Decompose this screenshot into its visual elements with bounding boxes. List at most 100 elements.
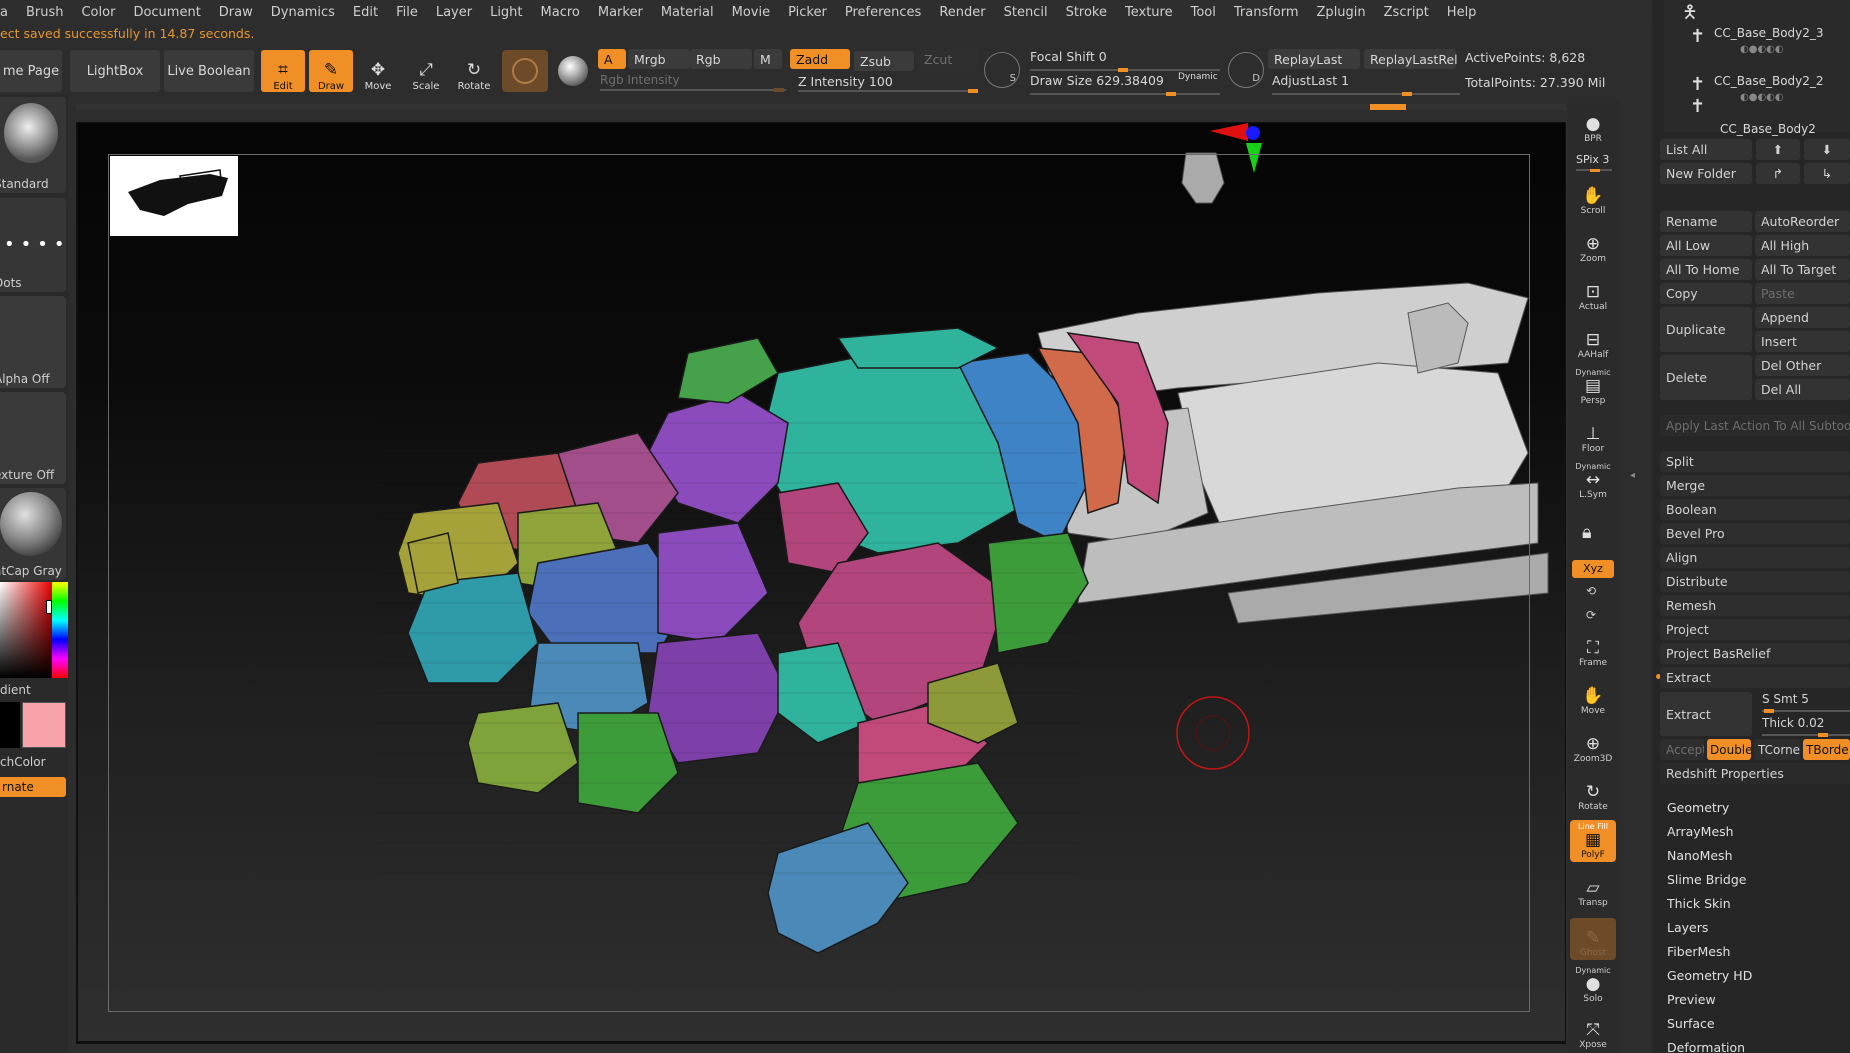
draw-button[interactable]: ✎ Draw [309,50,353,92]
dynamic-size-toggle[interactable]: Dynamic [1178,72,1218,82]
geometry-hd-section[interactable]: Geometry HD [1667,968,1752,983]
a-button[interactable]: A [598,49,626,69]
subtool-toggles[interactable]: ◐●◐◐◐ [1740,44,1784,55]
lsym-button[interactable]: Dynamic ↔ L.Sym [1570,460,1616,502]
thick-slider[interactable]: Thick 0.02 [1758,716,1850,737]
menu-material[interactable]: Material [652,5,723,20]
deformation-section[interactable]: Deformation [1667,1040,1745,1053]
stroke-selector[interactable]: ••••• Dots [0,198,66,292]
mrgb-button[interactable]: Mrgb [628,49,690,69]
menu-preferences[interactable]: Preferences [836,5,930,20]
accept-button[interactable]: Accept [1660,739,1704,760]
scale-button[interactable]: ⤢ Scale [404,50,448,92]
paste-button[interactable]: Paste [1755,283,1850,304]
extract-section-header[interactable]: Extract [1660,667,1850,688]
menu-macro[interactable]: Macro [532,5,589,20]
live-boolean-button[interactable]: Live Boolean [164,50,254,92]
rotate-y-icon[interactable]: ⟲ [1586,584,1596,598]
del-all-button[interactable]: Del All [1755,379,1850,400]
spix-slider[interactable]: SPix 3 [1576,153,1609,166]
zcut-button[interactable]: Zcut [918,49,978,69]
insert-button[interactable]: Insert [1755,331,1850,352]
transp-button[interactable]: ▱ Transp [1570,868,1616,910]
secondary-color-swatch[interactable] [22,702,66,748]
replay-last-rel-button[interactable]: ReplayLastRel [1364,49,1458,69]
lock-icon[interactable]: 🔒︎ [1582,522,1592,543]
merge-section[interactable]: Merge [1660,475,1850,496]
menu-brush[interactable]: Brush [17,5,73,20]
menu-zscript[interactable]: Zscript [1375,5,1438,20]
menu-zplugin[interactable]: Zplugin [1308,5,1375,20]
color-picker[interactable] [0,582,68,678]
double-toggle[interactable]: Double [1707,739,1751,760]
focal-shift-slider[interactable]: Focal Shift 0 [1030,49,1220,72]
duplicate-button[interactable]: Duplicate [1660,307,1752,352]
menu-stroke[interactable]: Stroke [1057,5,1116,20]
xyz-button[interactable]: Xyz [1572,560,1614,578]
aahalf-button[interactable]: ⊟ AAHalf [1570,320,1616,362]
preview-section[interactable]: Preview [1667,992,1716,1007]
new-folder-button[interactable]: New Folder [1660,163,1752,184]
fibermesh-section[interactable]: FiberMesh [1667,944,1730,959]
lightbox-button[interactable]: LightBox [70,50,160,92]
menu-help[interactable]: Help [1438,5,1486,20]
rotate-view-button[interactable]: ↻ Rotate [1570,772,1616,814]
list-all-button[interactable]: List All [1660,139,1752,160]
move-from-folder-button[interactable]: ↳ [1804,163,1850,184]
menu-document[interactable]: Document [124,5,209,20]
geometry-section[interactable]: Geometry [1667,800,1729,815]
replay-icon[interactable]: D [1228,52,1264,88]
brush-selector[interactable]: Standard [0,97,66,193]
move-to-folder-button[interactable]: ↱ [1756,163,1800,184]
menu-file[interactable]: File [387,5,427,20]
scroll-button[interactable]: ✋ Scroll [1570,176,1616,218]
tborder-toggle[interactable]: TBorde [1803,739,1850,760]
persp-button[interactable]: Dynamic ▤ Persp [1570,366,1616,408]
brush-thumbnail[interactable] [502,50,548,92]
menu-dynamics[interactable]: Dynamics [262,5,344,20]
subtool-item[interactable]: CC_Base_Body2_2 [1714,74,1824,88]
xpose-button[interactable]: ⤧ Xpose [1570,1010,1616,1052]
m-button[interactable]: M [754,49,782,69]
move-button[interactable]: ✥ Move [356,50,400,92]
remesh-section[interactable]: Remesh [1660,595,1850,616]
zsub-button[interactable]: Zsub [854,51,914,71]
arraymesh-section[interactable]: ArrayMesh [1667,824,1734,839]
alpha-selector[interactable]: Alpha Off [0,296,66,388]
menu-edit[interactable]: Edit [344,5,387,20]
texture-selector[interactable]: exture Off [0,392,66,484]
bpr-button[interactable]: ● BPR [1570,104,1616,146]
align-section[interactable]: Align [1660,547,1850,568]
panel-collapse-arrows[interactable]: ◂ [1630,470,1638,530]
move-view-button[interactable]: ✋ Move [1570,676,1616,718]
slime-bridge-section[interactable]: Slime Bridge [1667,872,1746,887]
menu-picker[interactable]: Picker [779,5,836,20]
lazymouse-icon[interactable]: S [984,52,1020,88]
menu-texture[interactable]: Texture [1116,5,1182,20]
all-high-button[interactable]: All High [1755,235,1850,256]
append-button[interactable]: Append [1755,307,1850,328]
copy-button[interactable]: Copy [1660,283,1752,304]
canvas-scroll-indicator[interactable] [1370,104,1406,110]
subtool-item[interactable]: CC_Base_Body2 [1720,122,1816,136]
subtool-toggles[interactable]: ◐●◐◐◐ [1740,92,1784,103]
adjust-last-slider[interactable]: AdjustLast 1 [1272,73,1460,96]
material-thumbnail[interactable] [553,50,593,92]
layers-section[interactable]: Layers [1667,920,1708,935]
rotate-z-icon[interactable]: ⟳ [1586,608,1596,622]
rename-button[interactable]: Rename [1660,211,1752,232]
move-down-button[interactable]: ⬇ [1804,139,1850,160]
tcorner-toggle[interactable]: TCorne [1754,739,1800,760]
menu-marker[interactable]: Marker [589,5,652,20]
rotate-button[interactable]: ↻ Rotate [452,50,496,92]
all-to-home-button[interactable]: All To Home [1660,259,1752,280]
redshift-properties-section[interactable]: Redshift Properties [1660,763,1850,784]
all-to-target-button[interactable]: All To Target [1755,259,1850,280]
bevel-pro-section[interactable]: Bevel Pro [1660,523,1850,544]
navigator-thumbnail[interactable] [110,156,238,236]
solo-button[interactable]: Dynamic ● Solo [1570,964,1616,1006]
material-selector[interactable]: atCap Gray [0,488,66,580]
del-other-button[interactable]: Del Other [1755,355,1850,376]
home-page-button[interactable]: me Page [0,50,62,92]
menu-movie[interactable]: Movie [723,5,779,20]
